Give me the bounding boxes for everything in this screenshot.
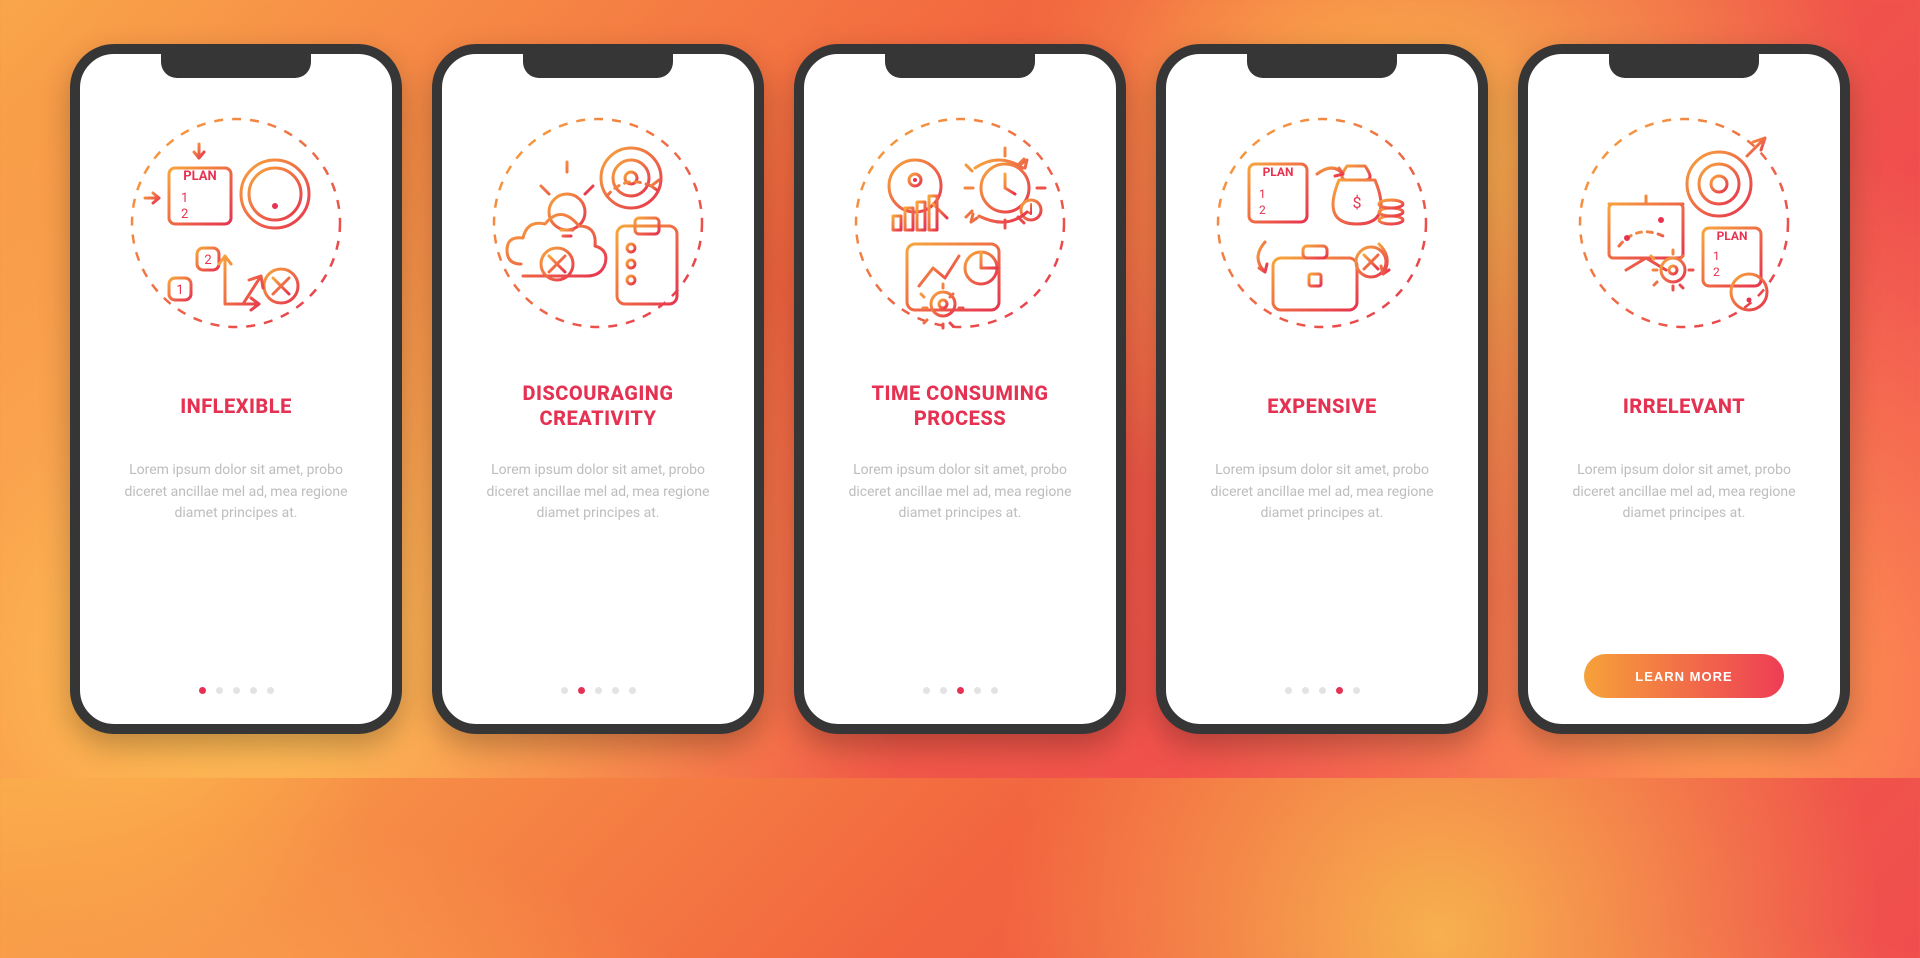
svg-text:1: 1 [176,283,183,298]
dot[interactable] [629,687,636,694]
page-dots [1285,687,1360,698]
dot[interactable] [578,687,585,694]
screen-description: Lorem ipsum dolor sit amet, probo dicere… [478,460,718,525]
dot[interactable] [267,687,274,694]
dot[interactable] [250,687,257,694]
phone-notch [1609,54,1759,78]
dot[interactable] [595,687,602,694]
dot[interactable] [1336,687,1343,694]
screen-description: Lorem ipsum dolor sit amet, probo dicere… [116,460,356,525]
page-dots [199,687,274,698]
svg-text:PLAN: PLAN [183,169,216,184]
learn-more-button[interactable]: LEARN MORE [1584,654,1784,698]
svg-text:1: 1 [181,191,188,206]
inflexible-icon: PLAN 1 2 [121,108,351,338]
onboarding-row: PLAN 1 2 [70,44,1850,734]
phone-notch [1247,54,1397,78]
discouraging-creativity-icon [483,108,713,338]
dot[interactable] [940,687,947,694]
svg-text:PLAN: PLAN [1717,229,1748,243]
phone-notch [523,54,673,78]
screen-title: TIME CONSUMING PROCESS [826,380,1094,432]
phone-screen-5: PLAN 1 2 IRRELEVANT Lorem ipsum dolor si… [1518,44,1850,734]
svg-text:2: 2 [1713,265,1720,279]
page-dots [923,687,998,698]
dot[interactable] [957,687,964,694]
dot[interactable] [561,687,568,694]
dot[interactable] [199,687,206,694]
screen-title: EXPENSIVE [1267,380,1376,432]
svg-text:1: 1 [1713,249,1720,263]
dot[interactable] [1285,687,1292,694]
phone-screen-1: PLAN 1 2 [70,44,402,734]
screen-description: Lorem ipsum dolor sit amet, probo dicere… [1564,460,1804,525]
dot[interactable] [233,687,240,694]
irrelevant-icon: PLAN 1 2 [1569,108,1799,338]
svg-text:2: 2 [204,253,211,268]
phone-screen-2: DISCOURAGING CREATIVITY Lorem ipsum dolo… [432,44,764,734]
dot[interactable] [991,687,998,694]
svg-text:$: $ [1353,193,1362,212]
svg-text:2: 2 [181,207,188,222]
svg-text:PLAN: PLAN [1263,165,1294,179]
svg-text:1: 1 [1259,187,1266,201]
phone-screen-4: PLAN 1 2 $ [1156,44,1488,734]
screen-description: Lorem ipsum dolor sit amet, probo dicere… [1202,460,1442,525]
screen-description: Lorem ipsum dolor sit amet, probo dicere… [840,460,1080,525]
phone-notch [885,54,1035,78]
svg-text:2: 2 [1259,203,1266,217]
phone-notch [161,54,311,78]
screen-title: INFLEXIBLE [180,380,292,432]
screen-title: IRRELEVANT [1623,380,1745,432]
dot[interactable] [1319,687,1326,694]
time-consuming-icon [845,108,1075,338]
dot[interactable] [612,687,619,694]
dot[interactable] [216,687,223,694]
dot[interactable] [1353,687,1360,694]
screen-title: DISCOURAGING CREATIVITY [464,380,732,432]
dot[interactable] [1302,687,1309,694]
page-dots [561,687,636,698]
dot[interactable] [974,687,981,694]
expensive-icon: PLAN 1 2 $ [1207,108,1437,338]
dot[interactable] [923,687,930,694]
phone-screen-3: TIME CONSUMING PROCESS Lorem ipsum dolor… [794,44,1126,734]
